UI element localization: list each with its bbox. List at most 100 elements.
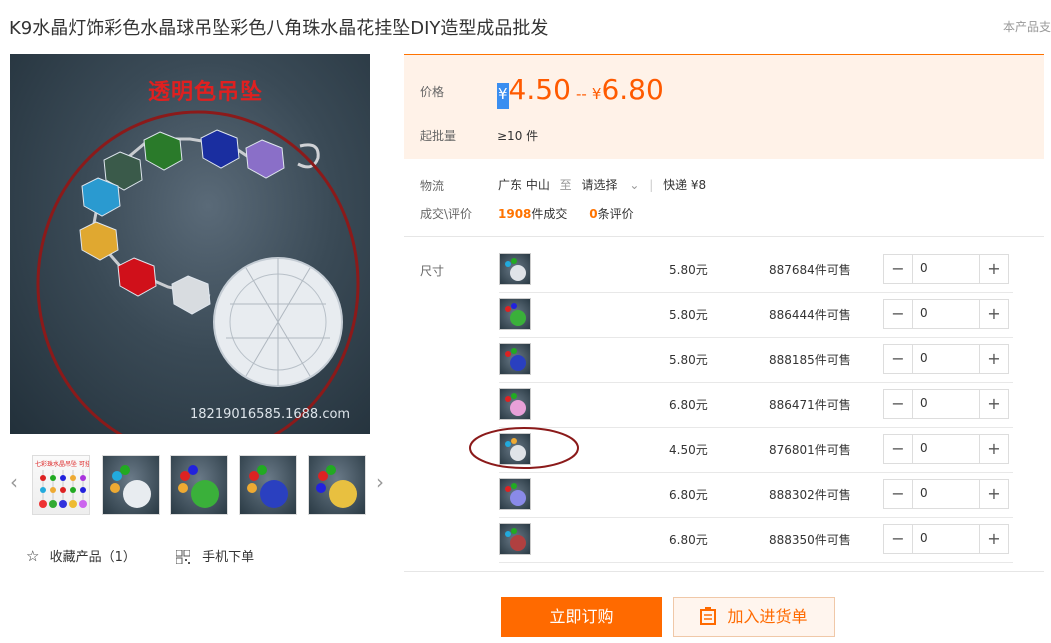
destination-select[interactable]: 请选择 ⌄ (582, 178, 644, 192)
price-min: 4.50 (508, 73, 571, 106)
main-product-image[interactable]: 透明色吊坠 18219016585.1688.com (10, 54, 370, 434)
image-watermark: 18219016585.1688.com (190, 407, 351, 422)
sku-stock: 886444件可售 (769, 308, 851, 322)
favorite-button[interactable]: ☆ 收藏产品（1） (26, 546, 136, 565)
currency-symbol: ¥ (497, 83, 509, 109)
minus-button[interactable]: − (884, 255, 913, 283)
chevron-left-icon[interactable]: ‹ (10, 470, 18, 494)
chevron-down-icon: ⌄ (629, 178, 640, 192)
plus-button[interactable]: + (979, 390, 1008, 418)
sku-stock: 888185件可售 (769, 353, 851, 367)
price-panel: 价格 ¥4.50 -- ¥6.80 起批量 ≥10 件 (404, 54, 1044, 159)
add-to-cart-button[interactable]: 加入进货单 (673, 597, 835, 637)
size-label: 尺寸 (420, 264, 445, 278)
price-label: 价格 (420, 85, 445, 99)
section-divider (404, 236, 1044, 237)
thumbnail-blue-illustration (247, 465, 288, 508)
annotation-ellipse (469, 427, 579, 469)
sku-row: 5.80元 887684件可售 − 0 + (499, 247, 1013, 293)
minus-button[interactable]: − (884, 480, 913, 508)
favorite-label: 收藏产品（1） (49, 550, 136, 565)
logistics-label: 物流 (420, 179, 445, 193)
sku-price: 5.80元 (669, 353, 708, 367)
mobile-order-label: 手机下单 (202, 550, 255, 565)
thumbnail[interactable] (239, 455, 297, 515)
plus-button[interactable]: + (979, 255, 1008, 283)
thumbnail-pendants-illustration (39, 470, 87, 508)
to-word: 至 (559, 178, 572, 192)
product-title: K9水晶灯饰彩色水晶球吊坠彩色八角珠水晶花挂坠DIY造型成品批发 (9, 18, 549, 39)
plus-button[interactable]: + (979, 480, 1008, 508)
section-divider (404, 571, 1044, 572)
sku-thumbnail[interactable] (499, 388, 531, 420)
minus-button[interactable]: − (884, 435, 913, 463)
plus-button[interactable]: + (979, 300, 1008, 328)
quantity-input[interactable]: 0 (920, 306, 928, 320)
sku-thumbnail[interactable] (499, 478, 531, 510)
quantity-input[interactable]: 0 (920, 441, 928, 455)
image-caption: 透明色吊坠 (148, 80, 264, 105)
sku-row: 6.80元 888302件可售 − 0 + (499, 472, 1013, 518)
sku-thumbnail[interactable] (499, 253, 531, 285)
order-now-button[interactable]: 立即订购 (501, 597, 662, 637)
reviews-count[interactable]: 0 (589, 207, 597, 221)
sku-price: 6.80元 (669, 488, 708, 502)
divider-bar: | (649, 178, 654, 192)
star-icon: ☆ (26, 547, 40, 565)
qr-code-icon (175, 549, 191, 568)
quantity-stepper: − 0 + (883, 434, 1009, 464)
thumbnail[interactable] (102, 455, 160, 515)
quantity-input[interactable]: 0 (920, 261, 928, 275)
thumbnail-yellow-illustration (316, 465, 357, 508)
moq-value: ≥10 件 (497, 129, 539, 143)
quantity-stepper: − 0 + (883, 299, 1009, 329)
thumbnail-green-illustration (178, 465, 219, 508)
quantity-stepper: − 0 + (883, 389, 1009, 419)
sku-stock: 876801件可售 (769, 443, 851, 457)
sku-thumbnail[interactable] (499, 343, 531, 375)
quantity-input[interactable]: 0 (920, 351, 928, 365)
price-range: ¥4.50 -- ¥6.80 (497, 73, 664, 109)
sku-thumbnail[interactable] (499, 523, 531, 555)
sku-price: 4.50元 (669, 443, 708, 457)
logistics-section: 物流 广东 中山 至 请选择 ⌄ | 快递 ¥8 成交\评价 1908件成交 0… (404, 170, 1044, 234)
minus-button[interactable]: − (884, 345, 913, 373)
minus-button[interactable]: − (884, 390, 913, 418)
moq-label: 起批量 (420, 129, 457, 143)
plus-button[interactable]: + (979, 345, 1008, 373)
quantity-input[interactable]: 0 (920, 396, 928, 410)
thumbnail[interactable]: 七彩珠水晶吊坠 可挂窗做装饰 (32, 455, 90, 515)
thumbnail[interactable] (308, 455, 366, 515)
plus-button[interactable]: + (979, 435, 1008, 463)
plus-button[interactable]: + (979, 525, 1008, 553)
top-right-note: 本产品支 (1002, 20, 1051, 34)
sku-row: 6.80元 888350件可售 − 0 + (499, 517, 1013, 563)
quantity-stepper: − 0 + (883, 479, 1009, 509)
price-max: 6.80 (601, 73, 664, 106)
price-separator: -- (575, 85, 587, 103)
quantity-input[interactable]: 0 (920, 486, 928, 500)
express-fee: 快递 ¥8 (663, 178, 707, 192)
quantity-input[interactable]: 0 (920, 531, 928, 545)
destination-value: 请选择 (581, 178, 618, 192)
thumbnail-strip: ‹ 七彩珠水晶吊坠 可挂窗做装饰 › (10, 452, 390, 518)
sku-row: 5.80元 888185件可售 − 0 + (499, 337, 1013, 383)
chevron-right-icon[interactable]: › (376, 470, 384, 494)
sku-stock: 888302件可售 (769, 488, 851, 502)
minus-button[interactable]: − (884, 525, 913, 553)
sku-thumbnail[interactable] (499, 298, 531, 330)
quantity-stepper: − 0 + (883, 344, 1009, 374)
minus-button[interactable]: − (884, 300, 913, 328)
sku-price: 5.80元 (669, 308, 708, 322)
sku-price: 5.80元 (669, 263, 708, 277)
sku-row: 5.80元 886444件可售 − 0 + (499, 292, 1013, 338)
quantity-stepper: − 0 + (883, 524, 1009, 554)
sku-stock: 886471件可售 (769, 398, 851, 412)
deals-count[interactable]: 1908 (498, 207, 531, 221)
quantity-stepper: − 0 + (883, 254, 1009, 284)
reviews-unit: 条评价 (597, 207, 634, 221)
mobile-order-button[interactable]: 手机下单 (175, 546, 255, 568)
sku-price: 6.80元 (669, 533, 708, 547)
thumbnail[interactable] (170, 455, 228, 515)
sku-row: 6.80元 886471件可售 − 0 + (499, 382, 1013, 428)
